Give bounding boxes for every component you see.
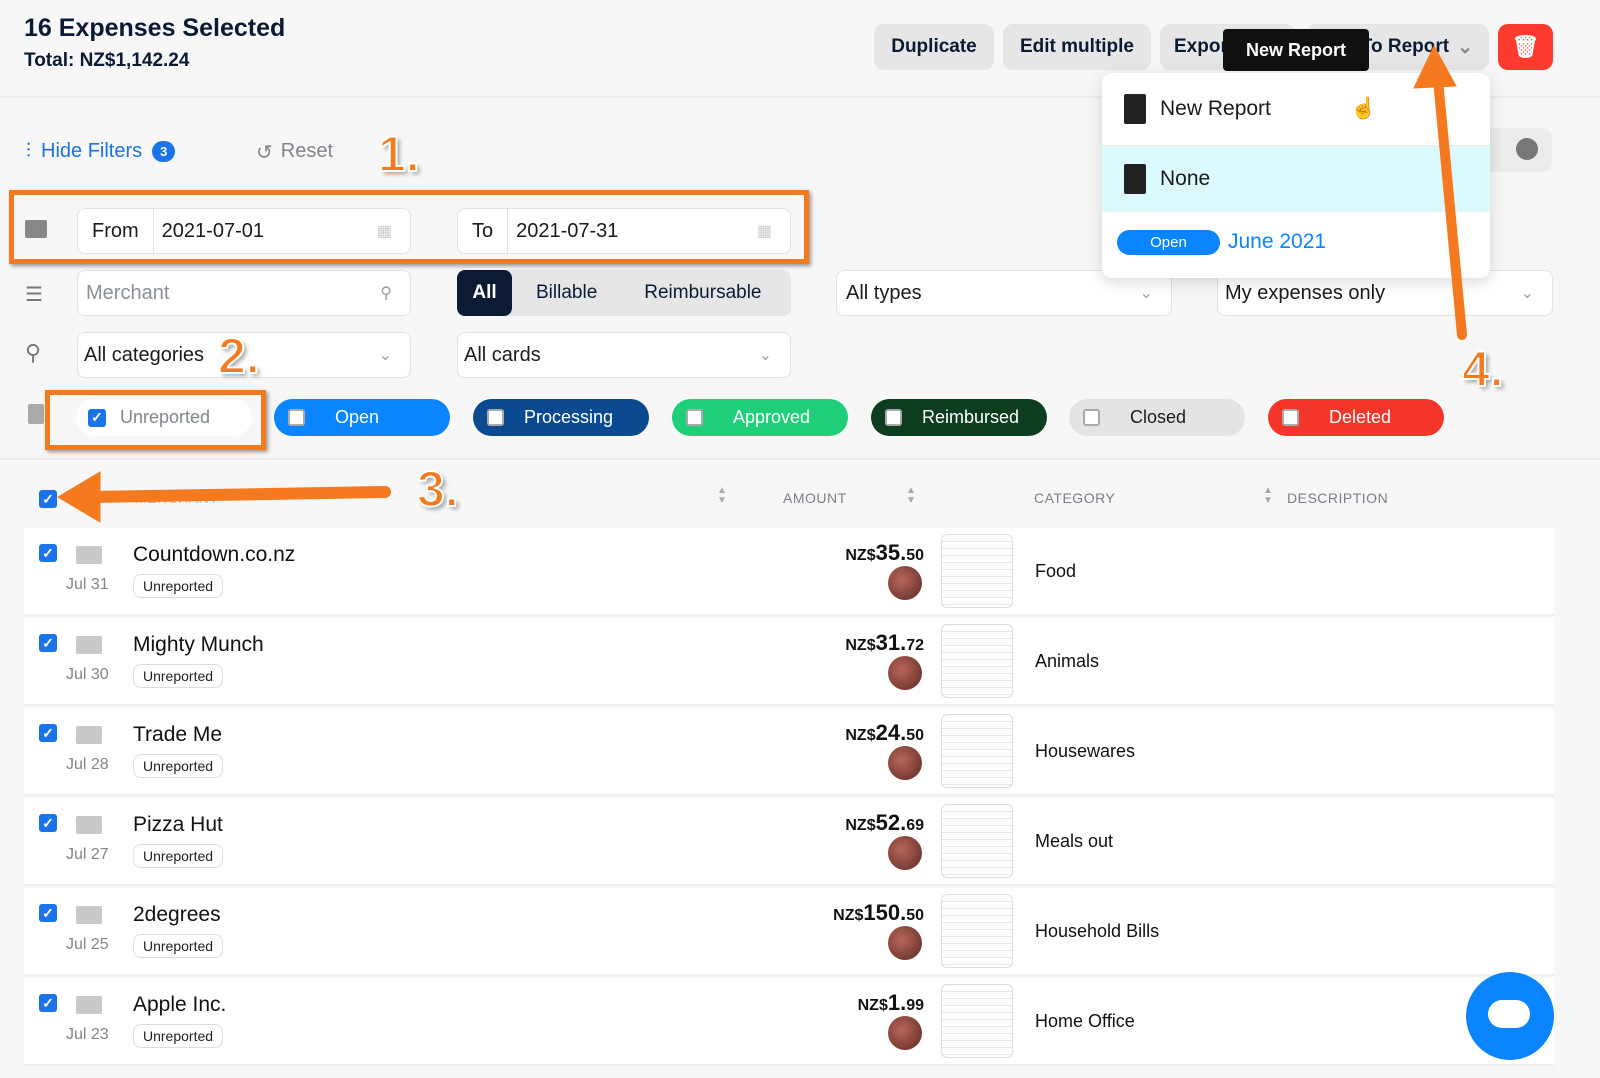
arrow-4-head [1413, 44, 1457, 89]
arrow-3-head [57, 471, 101, 523]
arrow-4 [1433, 75, 1467, 340]
arrow-3 [84, 486, 391, 503]
annotation-arrows [57, 44, 1467, 523]
